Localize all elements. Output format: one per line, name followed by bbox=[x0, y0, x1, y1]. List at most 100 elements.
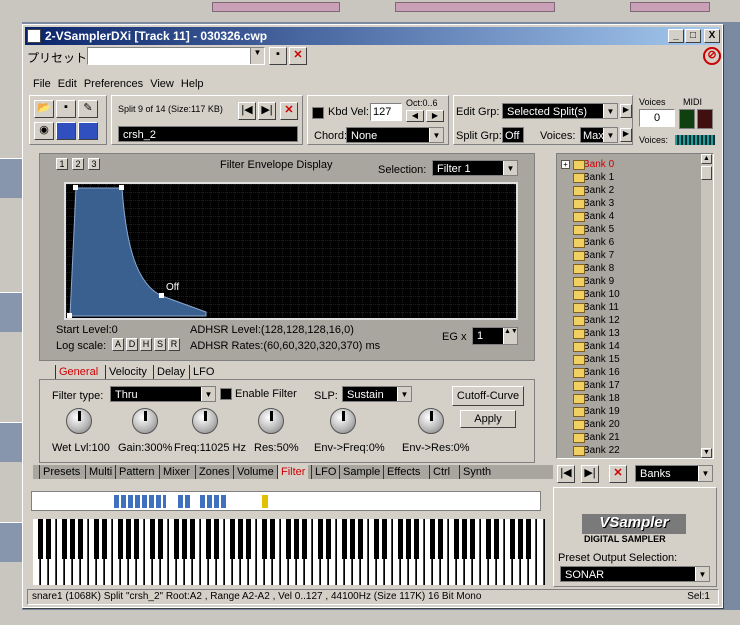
black-key[interactable] bbox=[294, 519, 299, 559]
black-key[interactable] bbox=[262, 519, 267, 559]
voices-limit-select[interactable]: Max ▼ bbox=[580, 127, 618, 143]
bank-item[interactable]: Bank 6 bbox=[561, 236, 697, 249]
black-key[interactable] bbox=[462, 519, 467, 559]
black-key[interactable] bbox=[118, 519, 123, 559]
tab-effects[interactable]: Effects bbox=[383, 465, 423, 479]
split-name-field[interactable]: crsh_2 bbox=[118, 126, 298, 142]
piano-keyboard[interactable] bbox=[33, 519, 545, 585]
filter-type-select[interactable]: Thru ▼ bbox=[110, 386, 216, 402]
black-key[interactable] bbox=[238, 519, 243, 559]
prohibit-icon[interactable]: ⊘ bbox=[703, 47, 721, 65]
bank-item[interactable]: Bank 17 bbox=[561, 379, 697, 392]
res-knob[interactable] bbox=[258, 408, 284, 434]
tab-sample[interactable]: Sample bbox=[339, 465, 383, 479]
log-d-button[interactable]: D bbox=[126, 338, 138, 351]
wet-level-knob[interactable] bbox=[66, 408, 92, 434]
library-button[interactable] bbox=[56, 122, 76, 140]
black-key[interactable] bbox=[406, 519, 411, 559]
black-key[interactable] bbox=[246, 519, 251, 559]
save-preset-button[interactable]: ▪ bbox=[269, 47, 287, 65]
chord-select[interactable]: None ▼ bbox=[346, 127, 444, 143]
scrollbar[interactable]: ▲ ▼ bbox=[701, 154, 713, 458]
black-key[interactable] bbox=[318, 519, 323, 559]
black-key[interactable] bbox=[286, 519, 291, 559]
env-tab-3[interactable]: 3 bbox=[88, 158, 100, 170]
subtab-velocity[interactable]: Velocity bbox=[105, 365, 150, 379]
black-key[interactable] bbox=[62, 519, 67, 559]
black-key[interactable] bbox=[182, 519, 187, 559]
bank-item[interactable]: Bank 15 bbox=[561, 353, 697, 366]
bank-item[interactable]: Bank 13 bbox=[561, 327, 697, 340]
envelope-display[interactable]: Off bbox=[64, 182, 518, 320]
black-key[interactable] bbox=[358, 519, 363, 559]
maximize-button[interactable]: □ bbox=[685, 29, 701, 43]
freq-knob[interactable] bbox=[192, 408, 218, 434]
black-key[interactable] bbox=[150, 519, 155, 559]
bank-item[interactable]: Bank 16 bbox=[561, 366, 697, 379]
env-tab-2[interactable]: 2 bbox=[72, 158, 84, 170]
black-key[interactable] bbox=[382, 519, 387, 559]
black-key[interactable] bbox=[70, 519, 75, 559]
key-range-bar[interactable] bbox=[31, 491, 541, 511]
tab-presets[interactable]: Presets bbox=[39, 465, 83, 479]
enable-filter-checkbox[interactable] bbox=[220, 388, 232, 400]
split-grp-select[interactable]: Off bbox=[502, 127, 524, 143]
black-key[interactable] bbox=[414, 519, 419, 559]
expand-icon[interactable]: + bbox=[561, 160, 570, 169]
env-res-knob[interactable] bbox=[418, 408, 444, 434]
cutoff-curve-button[interactable]: Cutoff-Curve bbox=[452, 386, 524, 406]
scroll-down-button[interactable]: ▼ bbox=[701, 448, 712, 458]
black-key[interactable] bbox=[78, 519, 83, 559]
log-a-button[interactable]: A bbox=[112, 338, 124, 351]
log-r-button[interactable]: R bbox=[168, 338, 180, 351]
gain-knob[interactable] bbox=[132, 408, 158, 434]
bank-type-select[interactable]: Banks ▼ bbox=[635, 465, 713, 482]
black-key[interactable] bbox=[526, 519, 531, 559]
bank-item[interactable]: Bank 5 bbox=[561, 223, 697, 236]
black-key[interactable] bbox=[190, 519, 195, 559]
tab-ctrl[interactable]: Ctrl bbox=[429, 465, 453, 479]
black-key[interactable] bbox=[230, 519, 235, 559]
menu-edit[interactable]: Edit bbox=[58, 78, 77, 90]
scroll-thumb[interactable] bbox=[701, 166, 712, 180]
black-key[interactable] bbox=[94, 519, 99, 559]
bank-item[interactable]: Bank 8 bbox=[561, 262, 697, 275]
bank-item[interactable]: Bank 18 bbox=[561, 392, 697, 405]
delete-split-button[interactable]: ✕ bbox=[280, 102, 298, 120]
bank-item[interactable]: Bank 19 bbox=[561, 405, 697, 418]
bank-item[interactable]: Bank 1 bbox=[561, 171, 697, 184]
white-key[interactable] bbox=[537, 519, 544, 585]
edit-grp-select[interactable]: Selected Split(s) ▼ bbox=[502, 103, 618, 119]
scroll-up-button[interactable]: ▲ bbox=[701, 154, 712, 164]
kbd-vel-checkbox[interactable] bbox=[312, 107, 324, 119]
bank-item[interactable]: Bank 3 bbox=[561, 197, 697, 210]
bank-item[interactable]: + Bank 0 bbox=[561, 158, 697, 171]
next-split-button[interactable]: ▶| bbox=[258, 102, 276, 120]
delete-preset-button[interactable]: ✕ bbox=[289, 47, 307, 65]
title-bar[interactable]: 2-VSamplerDXi [Track 11] - 030326.cwp _ … bbox=[25, 27, 720, 45]
tab-lfo[interactable]: LFO bbox=[311, 465, 339, 479]
bank-item[interactable]: Bank 2 bbox=[561, 184, 697, 197]
slp-select[interactable]: Sustain ▼ bbox=[342, 386, 412, 402]
bank-item[interactable]: Bank 21 bbox=[561, 431, 697, 444]
black-key[interactable] bbox=[518, 519, 523, 559]
bank-item[interactable]: Bank 7 bbox=[561, 249, 697, 262]
tab-filter[interactable]: Filter bbox=[277, 465, 309, 479]
voices-next-button[interactable]: ▶ bbox=[620, 128, 632, 142]
bank-item[interactable]: Bank 20 bbox=[561, 418, 697, 431]
tab-volume[interactable]: Volume bbox=[233, 465, 277, 479]
wave-button[interactable] bbox=[78, 122, 98, 140]
subtab-delay[interactable]: Delay bbox=[153, 365, 188, 379]
black-key[interactable] bbox=[46, 519, 51, 559]
env-tab-1[interactable]: 1 bbox=[56, 158, 68, 170]
black-key[interactable] bbox=[206, 519, 211, 559]
black-key[interactable] bbox=[486, 519, 491, 559]
black-key[interactable] bbox=[38, 519, 43, 559]
edit-grp-next-button[interactable]: ▶ bbox=[620, 104, 632, 118]
kbd-vel-spinner[interactable]: 127 bbox=[370, 103, 402, 121]
tab-synth[interactable]: Synth bbox=[459, 465, 494, 479]
black-key[interactable] bbox=[470, 519, 475, 559]
prev-split-button[interactable]: |◀ bbox=[238, 102, 256, 120]
black-key[interactable] bbox=[350, 519, 355, 559]
log-s-button[interactable]: S bbox=[154, 338, 166, 351]
